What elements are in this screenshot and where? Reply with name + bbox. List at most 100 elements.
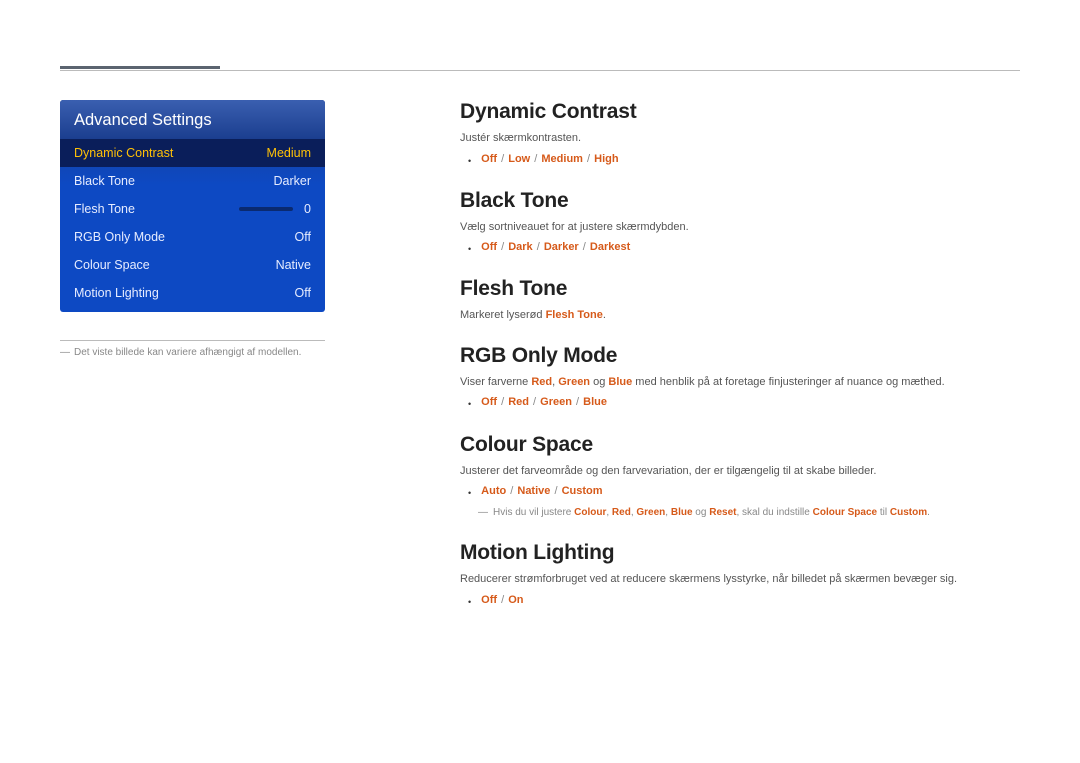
opt: Medium [541, 153, 583, 165]
row-value: 0 [301, 202, 311, 216]
opt: Darkest [590, 241, 630, 253]
footnote-dash: ― [60, 347, 70, 358]
options-list: Auto / Native / Custom [481, 485, 602, 497]
menu-row-dynamic-contrast[interactable]: Dynamic Contrast Medium [60, 139, 325, 167]
opt: Green [540, 396, 572, 408]
section-flesh-tone: Flesh Tone Markeret lyserød Flesh Tone. [460, 277, 1020, 324]
opt: Off [481, 396, 497, 408]
t: . [927, 507, 930, 518]
options-bullet: • Auto / Native / Custom [468, 485, 1020, 501]
header-tab-indicator [60, 66, 220, 69]
slider-wrap: 0 [239, 202, 311, 216]
kw: Green [558, 376, 590, 388]
options-bullet: • Off / On [468, 594, 1020, 610]
opt: Red [508, 396, 529, 408]
note-dash: ― [478, 505, 488, 521]
opt: Off [481, 241, 497, 253]
row-value: Medium [261, 146, 311, 160]
menu-row-flesh-tone[interactable]: Flesh Tone 0 [60, 195, 325, 223]
header-rule [60, 70, 1020, 71]
left-column: Advanced Settings Dynamic Contrast Mediu… [60, 100, 390, 630]
opt: Native [517, 485, 550, 497]
section-desc: Viser farverne Red, Green og Blue med he… [460, 374, 1020, 391]
kw: Red [612, 507, 631, 518]
row-label: Flesh Tone [74, 202, 135, 216]
row-label: Black Tone [74, 174, 135, 188]
row-label: RGB Only Mode [74, 230, 165, 244]
section-desc: Markeret lyserød Flesh Tone. [460, 307, 1020, 324]
bullet-dot: • [468, 241, 471, 257]
section-desc: Justerer det farveområde og den farvevar… [460, 463, 1020, 480]
advanced-settings-panel: Advanced Settings Dynamic Contrast Mediu… [60, 100, 325, 312]
desc-text: Markeret lyserød [460, 309, 546, 321]
desc-bold: Flesh Tone [546, 309, 603, 321]
menu-row-colour-space[interactable]: Colour Space Native [60, 251, 325, 279]
opt: On [508, 594, 523, 606]
kw: Colour [574, 507, 606, 518]
section-colour-space: Colour Space Justerer det farveområde og… [460, 433, 1020, 522]
section-dynamic-contrast: Dynamic Contrast Justér skærmkontrasten.… [460, 100, 1020, 169]
row-value: Darker [261, 174, 311, 188]
bullet-dot: • [468, 153, 471, 169]
footnote: ― Det viste billede kan variere afhængig… [60, 347, 390, 358]
options-list: Off / Dark / Darker / Darkest [481, 241, 630, 253]
slider-track[interactable] [239, 207, 293, 211]
footnote-text: Det viste billede kan variere afhængigt … [74, 347, 301, 358]
right-column: Dynamic Contrast Justér skærmkontrasten.… [460, 100, 1020, 630]
options-bullet: • Off / Red / Green / Blue [468, 396, 1020, 412]
t: Hvis du vil justere [493, 507, 574, 518]
row-label: Dynamic Contrast [74, 146, 173, 160]
opt: High [594, 153, 618, 165]
kw: Blue [671, 507, 693, 518]
kw: Custom [890, 507, 927, 518]
footnote-rule [60, 340, 325, 341]
bullet-dot: • [468, 396, 471, 412]
menu-row-motion-lighting[interactable]: Motion Lighting Off [60, 279, 325, 312]
panel-title: Advanced Settings [60, 100, 325, 139]
opt: Auto [481, 485, 506, 497]
desc-text: med henblik på at foretage finjusteringe… [632, 376, 944, 388]
row-value: Off [261, 286, 311, 300]
options-bullet: • Off / Dark / Darker / Darkest [468, 241, 1020, 257]
section-title: Black Tone [460, 189, 1020, 213]
section-title: Dynamic Contrast [460, 100, 1020, 124]
section-desc: Vælg sortniveauet for at justere skærmdy… [460, 219, 1020, 236]
opt: Custom [562, 485, 603, 497]
page: Advanced Settings Dynamic Contrast Mediu… [0, 0, 1080, 763]
section-title: Colour Space [460, 433, 1020, 457]
t: , skal du indstille [736, 507, 812, 518]
options-list: Off / Low / Medium / High [481, 153, 618, 165]
row-value: Off [261, 230, 311, 244]
kw: Blue [608, 376, 632, 388]
bullet-dot: • [468, 485, 471, 501]
section-rgb-only: RGB Only Mode Viser farverne Red, Green … [460, 344, 1020, 413]
desc-text: Viser farverne [460, 376, 531, 388]
opt: Low [508, 153, 530, 165]
bullet-dot: • [468, 594, 471, 610]
note-text: Hvis du vil justere Colour, Red, Green, … [493, 505, 930, 521]
kw: Green [636, 507, 665, 518]
section-title: Flesh Tone [460, 277, 1020, 301]
t: til [877, 507, 890, 518]
sep: og [590, 376, 608, 388]
content-columns: Advanced Settings Dynamic Contrast Mediu… [60, 100, 1020, 630]
opt: Darker [544, 241, 579, 253]
opt: Dark [508, 241, 532, 253]
row-label: Colour Space [74, 258, 150, 272]
kw: Colour Space [813, 507, 877, 518]
opt: Off [481, 594, 497, 606]
note: ― Hvis du vil justere Colour, Red, Green… [478, 505, 1020, 521]
menu-row-black-tone[interactable]: Black Tone Darker [60, 167, 325, 195]
desc-text: . [603, 309, 606, 321]
kw: Red [531, 376, 552, 388]
options-bullet: • Off / Low / Medium / High [468, 153, 1020, 169]
section-title: RGB Only Mode [460, 344, 1020, 368]
kw: Reset [709, 507, 736, 518]
row-value: Native [261, 258, 311, 272]
section-title: Motion Lighting [460, 541, 1020, 565]
section-motion-lighting: Motion Lighting Reducerer strømforbruget… [460, 541, 1020, 610]
section-desc: Reducerer strømforbruget ved at reducere… [460, 571, 1020, 588]
opt: Off [481, 153, 497, 165]
menu-row-rgb-only[interactable]: RGB Only Mode Off [60, 223, 325, 251]
options-list: Off / On [481, 594, 523, 606]
